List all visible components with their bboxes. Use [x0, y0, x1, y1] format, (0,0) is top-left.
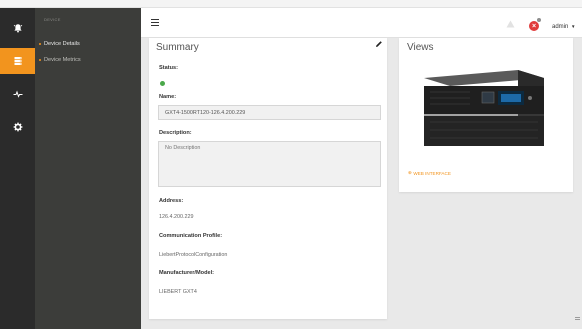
bullet-icon: [39, 59, 41, 61]
nav-item-device-details[interactable]: Device Details: [39, 41, 80, 47]
globe-icon: ⊕: [408, 170, 412, 175]
icon-rail: [0, 8, 35, 329]
top-header: × admin ▼: [141, 8, 582, 38]
rail-item-alarms[interactable]: [0, 15, 35, 41]
nav-item-label: Device Details: [44, 41, 80, 47]
comm-profile-value: LiebertProtocolConfiguration: [159, 252, 228, 258]
summary-title: Summary: [156, 42, 199, 53]
rail-item-settings[interactable]: [0, 114, 35, 140]
warning-icon[interactable]: [506, 20, 515, 28]
rail-item-devices[interactable]: [0, 48, 35, 74]
address-label: Address:: [159, 198, 184, 204]
summary-card: Summary Status: Name: Description: Addre…: [149, 38, 387, 319]
bullet-icon: [39, 43, 41, 45]
bell-icon: [13, 24, 22, 33]
device-nav-panel: DEVICE Device Details Device Metrics: [35, 8, 141, 329]
user-menu[interactable]: admin ▼: [552, 24, 575, 30]
pulse-icon: [13, 90, 22, 98]
status-label: Status:: [159, 65, 178, 71]
status-ok-icon: [160, 81, 165, 86]
gear-icon: [13, 122, 22, 132]
alarm-count-badge: [536, 17, 542, 23]
close-icon: ×: [531, 22, 537, 30]
address-value: 126.4.200.229: [159, 214, 194, 220]
description-field[interactable]: [158, 141, 381, 187]
manufacturer-value: LIEBERT GXT4: [159, 289, 197, 295]
main-content: Summary Status: Name: Description: Addre…: [141, 38, 582, 329]
top-strip: [0, 0, 582, 8]
ups-device-illustration: [424, 70, 544, 146]
menu-toggle-icon[interactable]: [151, 19, 159, 26]
device-name-field[interactable]: [158, 105, 381, 120]
comm-profile-label: Communication Profile:: [159, 233, 223, 239]
user-name: admin: [552, 24, 569, 30]
description-label: Description:: [159, 130, 192, 136]
edit-icon[interactable]: [375, 40, 383, 48]
nav-item-device-metrics[interactable]: Device Metrics: [39, 57, 81, 63]
views-card: Views ⊕ WEB INTERFACE: [399, 38, 573, 192]
manufacturer-label: Manufacturer/Model:: [159, 270, 215, 276]
resize-grip-icon[interactable]: [575, 316, 580, 321]
web-interface-link[interactable]: ⊕ WEB INTERFACE: [408, 170, 451, 176]
views-title: Views: [407, 42, 434, 53]
name-label: Name:: [159, 94, 177, 100]
nav-item-label: Device Metrics: [44, 57, 81, 63]
server-icon: [14, 57, 21, 65]
chevron-down-icon: ▼: [571, 24, 576, 29]
rail-item-monitoring[interactable]: [0, 81, 35, 107]
device-image: [410, 56, 556, 163]
web-interface-label: WEB INTERFACE: [413, 170, 451, 176]
nav-section-label: DEVICE: [44, 17, 61, 22]
